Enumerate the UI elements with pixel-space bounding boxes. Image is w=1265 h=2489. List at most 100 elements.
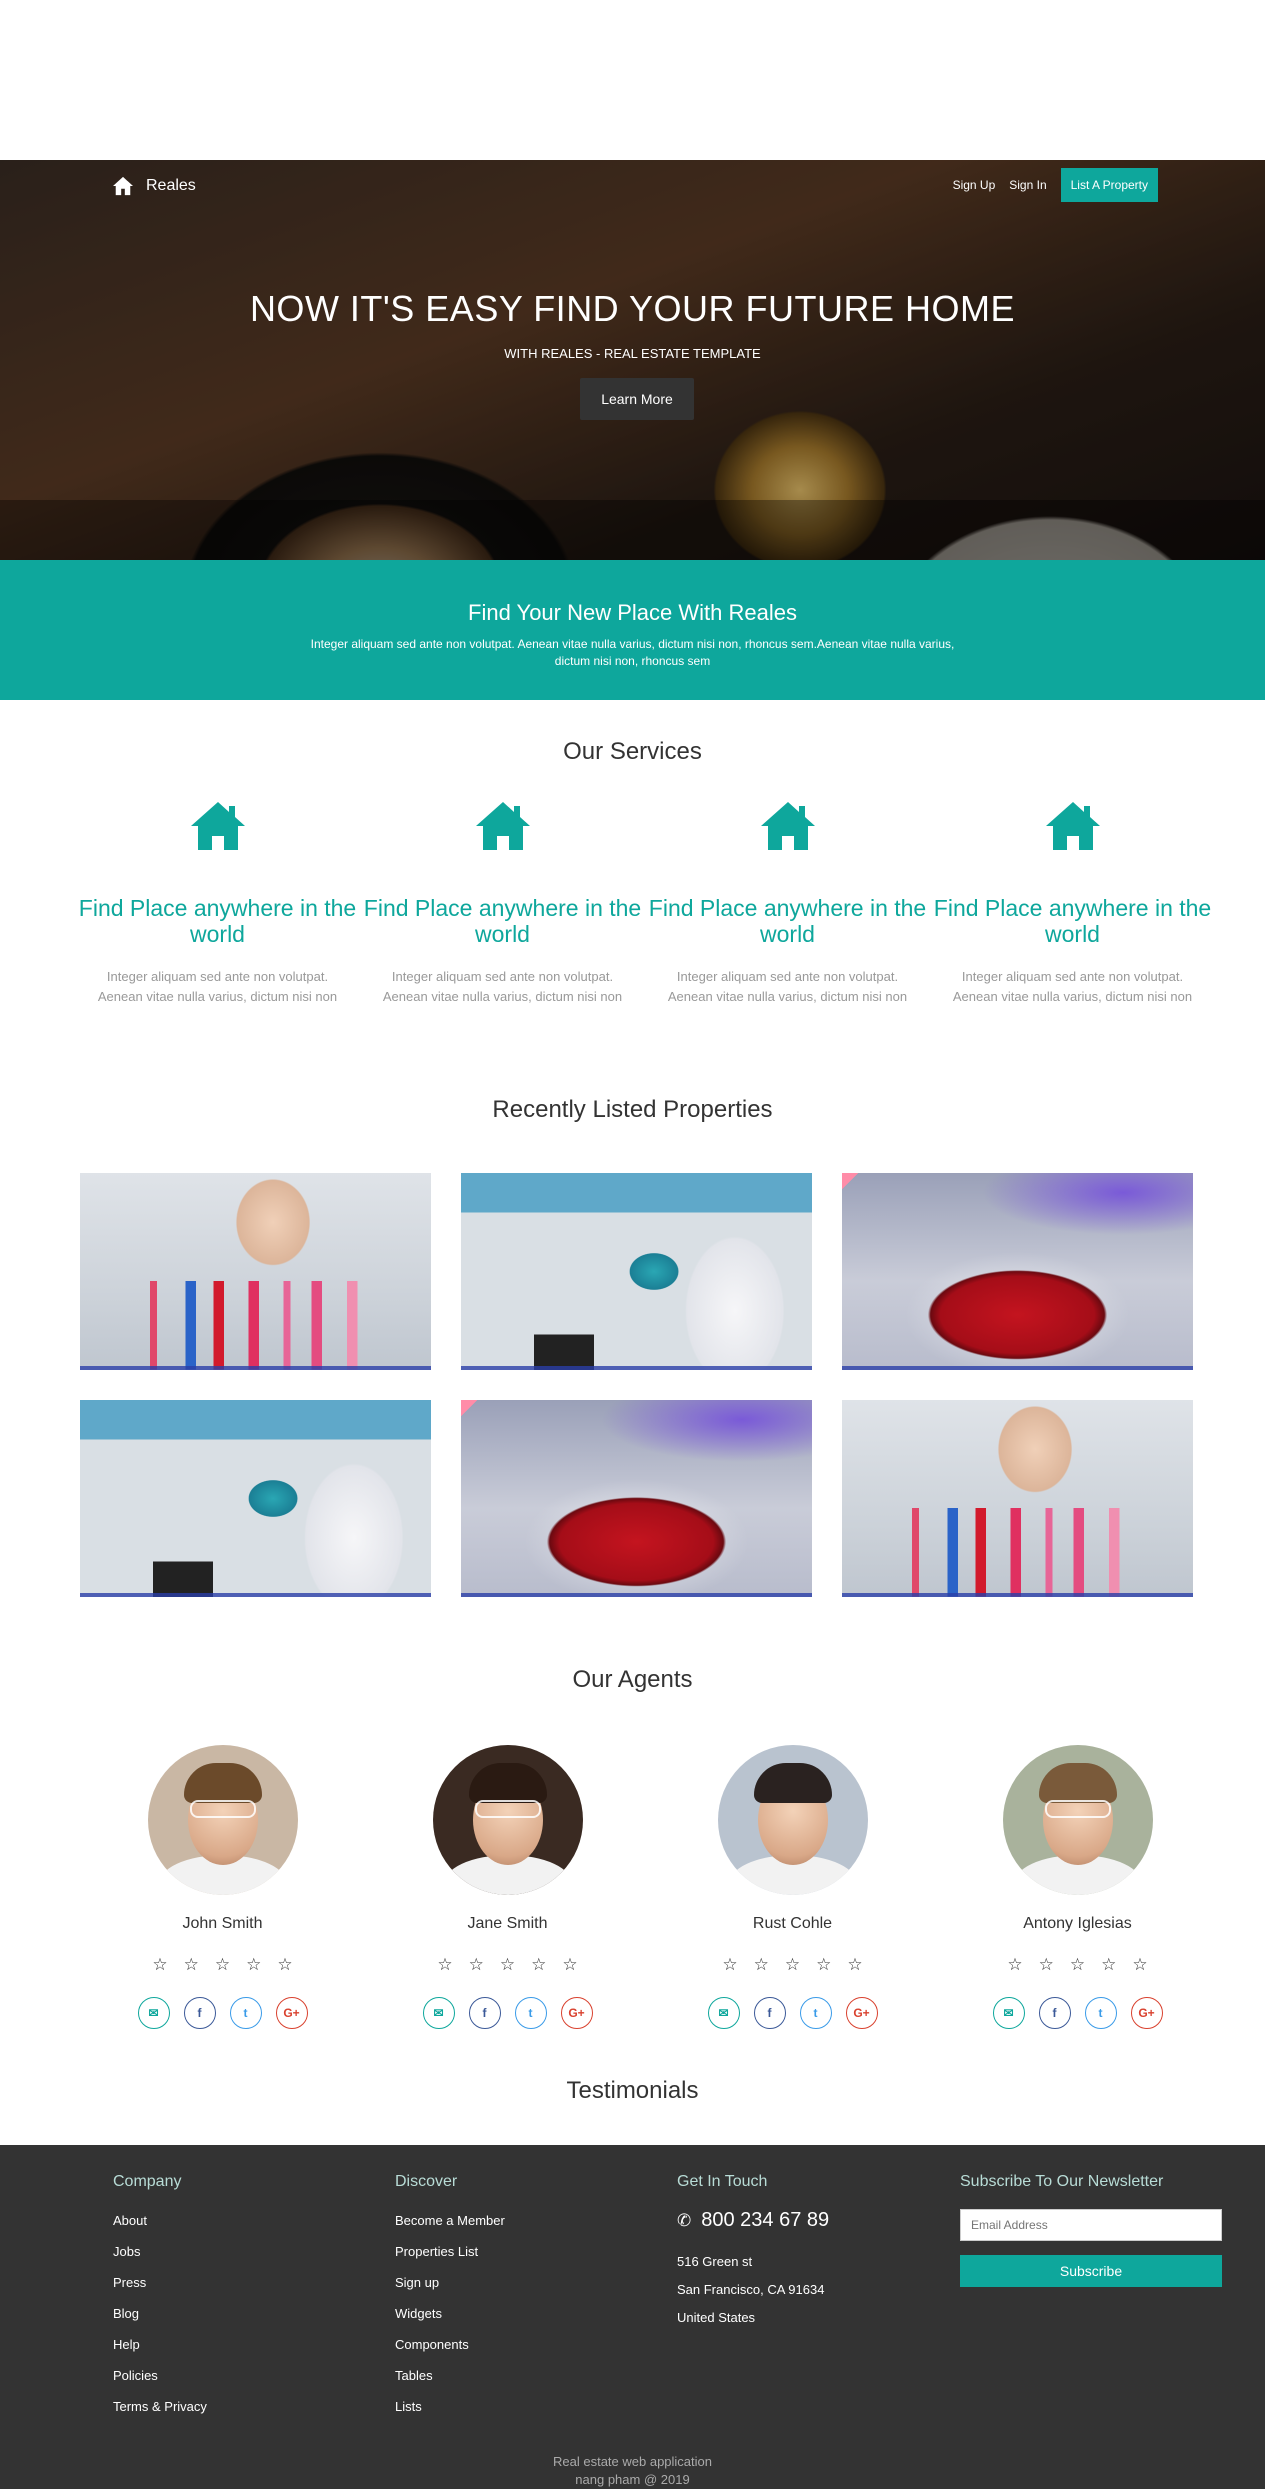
google-plus-icon[interactable]: G+ bbox=[560, 1997, 593, 2029]
copyright-line1: Real estate web application bbox=[553, 2454, 712, 2469]
brand-logo[interactable]: Reales bbox=[112, 176, 196, 196]
avatar[interactable] bbox=[717, 1745, 868, 1895]
star-icon[interactable]: ☆ bbox=[152, 1955, 167, 1975]
twitter-icon[interactable]: t bbox=[514, 1997, 547, 2029]
footer-link[interactable]: Components bbox=[395, 2337, 505, 2352]
footer-link[interactable]: Widgets bbox=[395, 2306, 505, 2321]
services-list: Find Place anywhere in the world Integer… bbox=[75, 790, 1215, 1007]
property-image[interactable] bbox=[842, 1173, 1193, 1370]
property-image[interactable] bbox=[80, 1173, 431, 1370]
star-icon[interactable]: ☆ bbox=[215, 1955, 230, 1975]
service-card: Find Place anywhere in the world Integer… bbox=[930, 790, 1215, 1007]
footer-link[interactable]: Lists bbox=[395, 2399, 505, 2414]
intro-band: Find Your New Place With Reales Integer … bbox=[0, 560, 1265, 700]
footer-link[interactable]: Press bbox=[113, 2275, 207, 2290]
property-image[interactable] bbox=[80, 1400, 431, 1597]
star-icon[interactable]: ☆ bbox=[246, 1955, 261, 1975]
service-card: Find Place anywhere in the world Integer… bbox=[360, 790, 645, 1007]
star-icon[interactable]: ☆ bbox=[847, 1955, 862, 1975]
avatar[interactable] bbox=[432, 1745, 583, 1895]
twitter-icon[interactable]: t bbox=[229, 1997, 262, 2029]
star-icon[interactable]: ☆ bbox=[562, 1955, 577, 1975]
address-line1: 516 Green st bbox=[677, 2254, 753, 2269]
star-icon[interactable]: ☆ bbox=[531, 1955, 546, 1975]
footer-discover-title: Discover bbox=[395, 2173, 458, 2190]
star-icon[interactable]: ☆ bbox=[277, 1955, 292, 1975]
intro-title: Find Your New Place With Reales bbox=[468, 600, 797, 625]
google-plus-icon[interactable]: G+ bbox=[1130, 1997, 1163, 2029]
footer-link[interactable]: Properties List bbox=[395, 2244, 505, 2259]
phone-icon: ✆ bbox=[677, 2210, 692, 2230]
learn-more-button[interactable]: Learn More bbox=[580, 378, 694, 420]
footer-contact: Get In Touch ✆ 800 234 67 89 516 Green s… bbox=[677, 2173, 829, 2332]
hero-subtitle: WITH REALES - REAL ESTATE TEMPLATE bbox=[504, 346, 761, 361]
property-image[interactable] bbox=[461, 1173, 812, 1370]
avatar[interactable] bbox=[147, 1745, 298, 1895]
address-country: United States bbox=[677, 2310, 756, 2325]
footer-discover: Discover Become a Member Properties List… bbox=[395, 2173, 505, 2430]
footer-link[interactable]: Sign up bbox=[395, 2275, 505, 2290]
footer-link[interactable]: Blog bbox=[113, 2306, 207, 2321]
google-plus-icon[interactable]: G+ bbox=[845, 1997, 878, 2029]
star-icon[interactable]: ☆ bbox=[754, 1955, 769, 1975]
star-icon[interactable]: ☆ bbox=[1007, 1955, 1022, 1975]
agent-card: Rust Cohle ☆ ☆ ☆ ☆ ☆ ✉ f t G+ bbox=[650, 1745, 935, 2029]
footer-link[interactable]: Become a Member bbox=[395, 2213, 505, 2228]
brand-name: Reales bbox=[146, 177, 196, 194]
facebook-icon[interactable]: f bbox=[183, 1997, 216, 2029]
address: 516 Green st San Francisco, CA 91634 Uni… bbox=[677, 2248, 829, 2332]
agent-name: Antony Iglesias bbox=[1023, 1915, 1132, 1932]
house-icon bbox=[1045, 802, 1100, 850]
footer-link[interactable]: Tables bbox=[395, 2368, 505, 2383]
google-plus-icon[interactable]: G+ bbox=[275, 1997, 308, 2029]
footer-link[interactable]: Help bbox=[113, 2337, 207, 2352]
star-icon[interactable]: ☆ bbox=[722, 1955, 737, 1975]
subscribe-button[interactable]: Subscribe bbox=[960, 2255, 1222, 2287]
star-icon[interactable]: ☆ bbox=[500, 1955, 515, 1975]
agent-name: Jane Smith bbox=[467, 1915, 548, 1932]
facebook-icon[interactable]: f bbox=[468, 1997, 501, 2029]
phone-number[interactable]: ✆ 800 234 67 89 bbox=[677, 2209, 829, 2232]
twitter-icon[interactable]: t bbox=[1084, 1997, 1117, 2029]
service-text: Integer aliquam sed ante non volutpat. A… bbox=[97, 969, 338, 1004]
email-icon[interactable]: ✉ bbox=[707, 1997, 740, 2029]
email-icon[interactable]: ✉ bbox=[137, 1997, 170, 2029]
service-heading: Find Place anywhere in the world bbox=[78, 895, 357, 947]
newsletter-email-input[interactable] bbox=[960, 2209, 1222, 2241]
star-icon[interactable]: ☆ bbox=[469, 1955, 484, 1975]
footer-link[interactable]: Terms & Privacy bbox=[113, 2399, 207, 2414]
property-image[interactable] bbox=[461, 1400, 812, 1597]
services-title: Our Services bbox=[563, 738, 702, 765]
footer-link[interactable]: About bbox=[113, 2213, 207, 2228]
email-icon[interactable]: ✉ bbox=[422, 1997, 455, 2029]
footer-link[interactable]: Policies bbox=[113, 2368, 207, 2383]
star-icon[interactable]: ☆ bbox=[1132, 1955, 1147, 1975]
star-icon[interactable]: ☆ bbox=[816, 1955, 831, 1975]
agent-socials: ✉ f t G+ bbox=[365, 1997, 650, 2029]
house-icon bbox=[190, 802, 245, 850]
hero-title: NOW IT'S EASY FIND YOUR FUTURE HOME bbox=[249, 288, 1016, 329]
service-text: Integer aliquam sed ante non volutpat. A… bbox=[667, 969, 908, 1004]
property-image[interactable] bbox=[842, 1400, 1193, 1597]
star-icon[interactable]: ☆ bbox=[785, 1955, 800, 1975]
hero-bottom-band bbox=[0, 500, 1265, 560]
agent-card: Antony Iglesias ☆ ☆ ☆ ☆ ☆ ✉ f t G+ bbox=[935, 1745, 1220, 2029]
star-icon[interactable]: ☆ bbox=[437, 1955, 452, 1975]
list-property-button[interactable]: List A Property bbox=[1060, 168, 1158, 202]
footer-link[interactable]: Jobs bbox=[113, 2244, 207, 2259]
star-icon[interactable]: ☆ bbox=[1039, 1955, 1054, 1975]
address-line2: San Francisco, CA 91634 bbox=[677, 2282, 825, 2297]
rating-stars: ☆ ☆ ☆ ☆ ☆ bbox=[935, 1955, 1220, 1975]
properties-title: Recently Listed Properties bbox=[492, 1096, 773, 1123]
email-icon[interactable]: ✉ bbox=[992, 1997, 1025, 2029]
sign-up-link[interactable]: Sign Up bbox=[953, 178, 996, 192]
facebook-icon[interactable]: f bbox=[753, 1997, 786, 2029]
star-icon[interactable]: ☆ bbox=[1101, 1955, 1116, 1975]
avatar[interactable] bbox=[1002, 1745, 1153, 1895]
footer-company-title: Company bbox=[113, 2173, 182, 2190]
twitter-icon[interactable]: t bbox=[799, 1997, 832, 2029]
star-icon[interactable]: ☆ bbox=[1070, 1955, 1085, 1975]
star-icon[interactable]: ☆ bbox=[184, 1955, 199, 1975]
sign-in-link[interactable]: Sign In bbox=[1009, 178, 1046, 192]
facebook-icon[interactable]: f bbox=[1038, 1997, 1071, 2029]
